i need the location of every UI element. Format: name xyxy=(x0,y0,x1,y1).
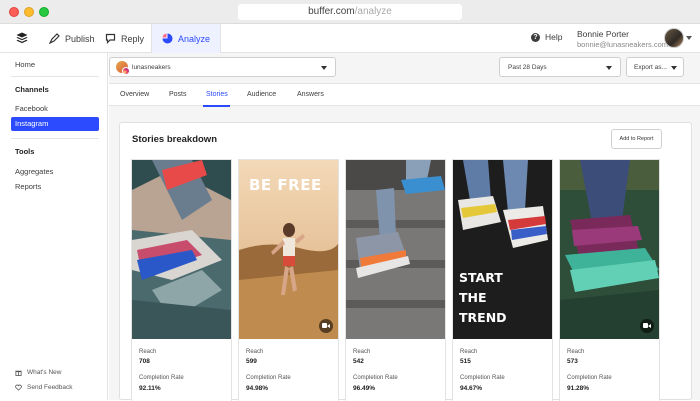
help-icon: ? xyxy=(531,32,540,42)
reach-value: 708 xyxy=(139,358,150,365)
url-path: /analyze xyxy=(354,6,392,17)
story-card[interactable]: START THE TREND Reach 515 Completion Rat… xyxy=(452,159,553,401)
reach-label: Reach xyxy=(567,349,585,355)
account-name: lunasneakers xyxy=(132,63,171,71)
completion-value: 91.28% xyxy=(567,385,590,392)
help-link[interactable]: ? Help xyxy=(531,32,562,42)
reach-label: Reach xyxy=(460,349,478,355)
story-image xyxy=(132,160,231,339)
tab-stories[interactable]: Stories xyxy=(206,91,228,98)
chevron-down-icon[interactable] xyxy=(686,36,692,40)
reach-value: 515 xyxy=(460,358,471,365)
nav-tab-label: Analyze xyxy=(178,33,211,44)
reach-label: Reach xyxy=(246,349,264,355)
completion-label: Completion Rate xyxy=(460,375,505,381)
nav-tab-label: Publish xyxy=(65,33,95,44)
story-card[interactable]: Reach 708 Completion Rate 92.11% xyxy=(131,159,232,401)
chevron-down-icon xyxy=(606,66,612,70)
account-avatar xyxy=(116,61,130,75)
maximize-window-button[interactable] xyxy=(39,7,49,17)
user-name: Bonnie Porter xyxy=(577,29,629,39)
completion-label: Completion Rate xyxy=(353,375,398,381)
reach-label: Reach xyxy=(139,349,157,355)
gift-icon xyxy=(15,370,22,376)
main-content: lunasneakers Past 28 Days Export as... O… xyxy=(109,53,700,401)
date-range-value: Past 28 Days xyxy=(508,63,547,71)
video-icon xyxy=(319,319,333,333)
analyze-icon xyxy=(162,33,173,44)
user-avatar[interactable] xyxy=(664,28,684,48)
user-menu[interactable]: Bonnie Porter bonnie@lunasneakers.com xyxy=(577,29,668,49)
add-to-report-button[interactable]: Add to Report xyxy=(611,129,662,149)
completion-label: Completion Rate xyxy=(139,375,184,381)
story-card[interactable]: BE FREE Reach 599 Completion Rate 94.98% xyxy=(238,159,339,401)
sidebar-item-facebook[interactable]: Facebook xyxy=(15,104,48,113)
account-select[interactable]: lunasneakers xyxy=(109,57,336,77)
nav-tab-analyze[interactable]: Analyze xyxy=(151,24,222,53)
buffer-logo-icon[interactable] xyxy=(16,32,28,44)
sidebar-item-instagram[interactable]: Instagram xyxy=(11,117,99,131)
reach-value: 542 xyxy=(353,358,364,365)
card-title: Stories breakdown xyxy=(132,134,217,145)
story-overlay-text: START THE TREND xyxy=(459,270,507,325)
story-image: BE FREE xyxy=(239,160,338,339)
reply-icon xyxy=(105,33,116,44)
sidebar: Home Channels Facebook Instagram Tools A… xyxy=(0,53,108,400)
help-label: Help xyxy=(545,32,563,42)
url-host: buffer.com xyxy=(308,6,355,17)
whats-new-link[interactable]: What's New xyxy=(15,369,61,376)
user-email: bonnie@lunasneakers.com xyxy=(577,40,668,49)
date-range-select[interactable]: Past 28 Days xyxy=(499,57,621,77)
tab-overview[interactable]: Overview xyxy=(120,91,149,98)
minimize-window-button[interactable] xyxy=(24,7,34,17)
app-window: buffer.com/analyze Publish Reply Analyze… xyxy=(0,0,700,401)
completion-value: 94.98% xyxy=(246,385,269,392)
nav-tab-reply[interactable]: Reply xyxy=(105,24,144,53)
completion-value: 96.49% xyxy=(353,385,376,392)
top-navigation: Publish Reply Analyze ? Help Bonnie Port… xyxy=(0,24,700,53)
reach-value: 599 xyxy=(246,358,257,365)
story-image xyxy=(346,160,445,339)
completion-label: Completion Rate xyxy=(567,375,612,381)
publish-icon xyxy=(49,33,60,44)
sidebar-item-reports[interactable]: Reports xyxy=(15,182,41,191)
channels-heading: Channels xyxy=(15,85,49,94)
active-tab-indicator xyxy=(203,105,230,107)
address-bar[interactable]: buffer.com/analyze xyxy=(238,4,462,20)
video-icon xyxy=(640,319,654,333)
chevron-down-icon xyxy=(671,66,677,70)
tools-heading: Tools xyxy=(15,147,35,156)
tab-answers[interactable]: Answers xyxy=(297,91,324,98)
close-window-button[interactable] xyxy=(9,7,19,17)
completion-value: 94.67% xyxy=(460,385,483,392)
stories-breakdown-card: Stories breakdown Add to Report Reach 70… xyxy=(119,122,692,401)
sidebar-divider xyxy=(11,76,99,77)
sidebar-item-home[interactable]: Home xyxy=(15,60,35,69)
reach-label: Reach xyxy=(353,349,371,355)
story-image: START THE TREND xyxy=(453,160,552,339)
sidebar-divider xyxy=(11,138,99,139)
send-feedback-label: Send Feedback xyxy=(27,384,73,391)
story-overlay-text: BE FREE xyxy=(249,176,322,194)
reach-value: 573 xyxy=(567,358,578,365)
tab-posts[interactable]: Posts xyxy=(169,91,187,98)
analytics-tabs: Overview Posts Stories Audience Answers xyxy=(109,83,700,107)
sidebar-item-aggregates[interactable]: Aggregates xyxy=(15,167,53,176)
nav-tab-publish[interactable]: Publish xyxy=(49,24,95,53)
nav-tab-label: Reply xyxy=(121,33,145,44)
send-feedback-link[interactable]: Send Feedback xyxy=(15,384,73,391)
heart-icon xyxy=(15,384,22,391)
story-card[interactable]: Reach 573 Completion Rate 91.28% xyxy=(559,159,660,401)
export-select[interactable]: Export as... xyxy=(626,57,684,77)
tab-audience[interactable]: Audience xyxy=(247,91,276,98)
completion-value: 92.11% xyxy=(139,385,161,392)
completion-label: Completion Rate xyxy=(246,375,291,381)
chevron-down-icon xyxy=(321,66,327,70)
browser-titlebar: buffer.com/analyze xyxy=(0,0,700,24)
whats-new-label: What's New xyxy=(27,369,62,376)
export-label: Export as... xyxy=(634,63,667,71)
story-card[interactable]: Reach 542 Completion Rate 96.49% xyxy=(345,159,446,401)
story-image xyxy=(560,160,659,339)
